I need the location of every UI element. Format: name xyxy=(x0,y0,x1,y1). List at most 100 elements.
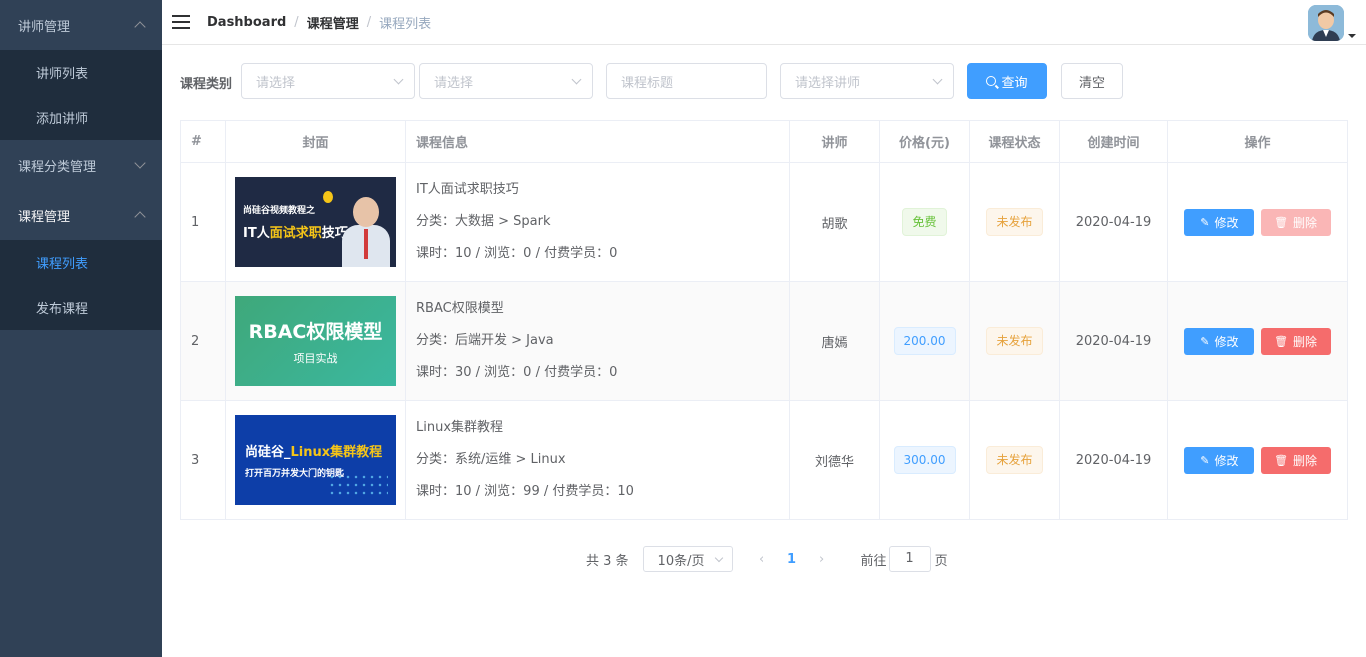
sidebar-item-add-teacher[interactable]: 添加讲师 xyxy=(0,95,162,140)
delete-button[interactable]: 🗑 删除 xyxy=(1260,327,1331,355)
goto-page-input[interactable]: 1 xyxy=(888,546,931,572)
table-header-row: # 封面 课程信息 讲师 价格(元) 课程状态 创建时间 操作 xyxy=(180,120,1348,163)
course-title: RBAC权限模型 xyxy=(416,301,504,316)
breadcrumb-separator: / xyxy=(366,14,372,30)
delete-label: 删除 xyxy=(1293,215,1318,230)
operations-cell: ✎ 修改 🗑 删除 xyxy=(1167,400,1348,520)
sidebar-item-label: 发布课程 xyxy=(36,302,89,317)
goto-suffix: 页 xyxy=(934,553,948,569)
course-info-cell: Linux集群教程 分类：系统/运维 > Linux 课时：10 / 浏览：99… xyxy=(405,400,790,520)
status-cell: 未发布 xyxy=(969,281,1060,401)
sidebar-item-label: 课程列表 xyxy=(36,257,89,272)
trash-icon: 🗑 xyxy=(1274,453,1289,467)
menu-group-course[interactable]: 课程管理 xyxy=(0,190,162,240)
hamburger-icon[interactable] xyxy=(172,15,190,29)
cover-text: 尚硅谷视频教程之 xyxy=(243,206,316,216)
row-index: 3 xyxy=(180,400,226,520)
course-title-input[interactable]: 课程标题 xyxy=(606,63,767,99)
search-button[interactable]: 查询 xyxy=(967,63,1047,99)
course-cover-image: RBAC权限模型 项目实战 xyxy=(235,296,396,386)
column-header: 课程信息 xyxy=(405,120,790,163)
decorative-dots xyxy=(328,473,388,499)
filter-label: 课程类别 xyxy=(180,77,233,92)
column-header: 讲师 xyxy=(789,120,880,163)
delete-button[interactable]: 🗑 删除 xyxy=(1260,208,1331,236)
instructor-photo xyxy=(342,189,390,267)
created-time: 2020-04-19 xyxy=(1059,281,1168,401)
avatar[interactable] xyxy=(1308,5,1344,41)
column-header: 封面 xyxy=(225,120,406,163)
delete-button[interactable]: 🗑 删除 xyxy=(1260,446,1331,474)
page-size-select[interactable]: 10条/页 xyxy=(642,546,733,572)
teacher-name: 唐嫣 xyxy=(789,281,880,401)
clear-button[interactable]: 清空 xyxy=(1061,63,1123,99)
edit-label: 修改 xyxy=(1214,334,1239,349)
subject-level2-select[interactable]: 请选择 xyxy=(419,63,593,99)
pagination: 共 3 条 10条/页 ‹ 1 › 前往 1 页 xyxy=(586,546,948,572)
status-badge: 未发布 xyxy=(986,208,1043,236)
teacher-select[interactable]: 请选择讲师 xyxy=(780,63,954,99)
price-cell: 200.00 xyxy=(879,281,970,401)
chevron-down-icon xyxy=(134,157,146,169)
cover-cell: 尚硅谷_Linux集群教程 打开百万并发大门的钥匙 xyxy=(225,400,406,520)
course-category: 分类：大数据 > Spark xyxy=(416,214,551,229)
table-row: 3 尚硅谷_Linux集群教程 打开百万并发大门的钥匙 Linux集群教程 分类… xyxy=(180,400,1348,520)
prev-page-button[interactable]: ‹ xyxy=(747,552,777,567)
breadcrumb-course-manage[interactable]: 课程管理 xyxy=(307,13,359,32)
course-info-cell: IT人面试求职技巧 分类：大数据 > Spark 课时：10 / 浏览：0 / … xyxy=(405,162,790,282)
input-placeholder: 课程标题 xyxy=(621,75,674,91)
row-index: 2 xyxy=(180,281,226,401)
course-category: 分类：后端开发 > Java xyxy=(416,333,554,348)
search-icon xyxy=(986,76,997,86)
course-category: 分类：系统/运维 > Linux xyxy=(416,452,566,467)
edit-label: 修改 xyxy=(1214,215,1239,230)
menu-group-teacher[interactable]: 讲师管理 xyxy=(0,0,162,50)
table-row: 1 尚硅谷视频教程之 IT人面试求职技巧 IT人面试求职技巧 分类：大数据 > … xyxy=(180,162,1348,282)
table-row: 2 RBAC权限模型 项目实战 RBAC权限模型 分类：后端开发 > Java … xyxy=(180,281,1348,401)
edit-button[interactable]: ✎ 修改 xyxy=(1184,208,1255,236)
edit-label: 修改 xyxy=(1214,453,1239,468)
column-header: # xyxy=(180,120,226,163)
created-time: 2020-04-19 xyxy=(1059,400,1168,520)
column-header: 价格(元) xyxy=(879,120,970,163)
edit-icon: ✎ xyxy=(1200,334,1210,348)
status-badge: 未发布 xyxy=(986,446,1043,474)
menu-group-subject[interactable]: 课程分类管理 xyxy=(0,140,162,190)
price-tag: 免费 xyxy=(902,208,947,236)
chevron-down-icon xyxy=(571,74,582,85)
caret-down-icon[interactable] xyxy=(1348,34,1356,38)
sidebar-item-publish-course[interactable]: 发布课程 xyxy=(0,285,162,330)
price-cell: 免费 xyxy=(879,162,970,282)
trash-icon: 🗑 xyxy=(1274,215,1289,229)
page-number[interactable]: 1 xyxy=(777,552,807,567)
course-title: IT人面试求职技巧 xyxy=(416,182,519,197)
next-page-button[interactable]: › xyxy=(807,552,837,567)
status-badge: 未发布 xyxy=(986,327,1043,355)
user-menu[interactable] xyxy=(1308,5,1356,41)
sidebar-item-teacher-list[interactable]: 讲师列表 xyxy=(0,50,162,95)
edit-icon: ✎ xyxy=(1200,215,1210,229)
course-stats: 课时：10 / 浏览：0 / 付费学员：0 xyxy=(416,246,618,261)
edit-button[interactable]: ✎ 修改 xyxy=(1184,446,1255,474)
chevron-down-icon xyxy=(932,74,943,85)
cover-text: 项目实战 xyxy=(293,351,338,365)
goto-prefix: 前往 xyxy=(860,553,887,569)
menu-group-label: 讲师管理 xyxy=(18,19,71,35)
chevron-up-icon xyxy=(134,211,146,223)
sidebar-item-label: 添加讲师 xyxy=(36,112,89,127)
breadcrumb: Dashboard / 课程管理 / 课程列表 xyxy=(207,13,431,32)
sidebar-item-course-list[interactable]: 课程列表 xyxy=(0,240,162,285)
breadcrumb-dashboard[interactable]: Dashboard xyxy=(207,15,286,30)
cover-text: RBAC权限模型 xyxy=(248,320,383,343)
course-cover-image: 尚硅谷视频教程之 IT人面试求职技巧 xyxy=(235,177,396,267)
status-cell: 未发布 xyxy=(969,162,1060,282)
course-table: # 封面 课程信息 讲师 价格(元) 课程状态 创建时间 操作 1 尚硅谷视频教… xyxy=(180,120,1348,520)
cover-text: 尚硅谷_Linux集群教程 xyxy=(245,445,383,460)
delete-label: 删除 xyxy=(1293,334,1318,349)
subject-level1-select[interactable]: 请选择 xyxy=(241,63,415,99)
edit-button[interactable]: ✎ 修改 xyxy=(1184,327,1255,355)
page-size-value: 10条/页 xyxy=(657,553,705,569)
column-header: 创建时间 xyxy=(1059,120,1168,163)
select-placeholder: 请选择 xyxy=(256,75,296,91)
trash-icon: 🗑 xyxy=(1274,334,1289,348)
